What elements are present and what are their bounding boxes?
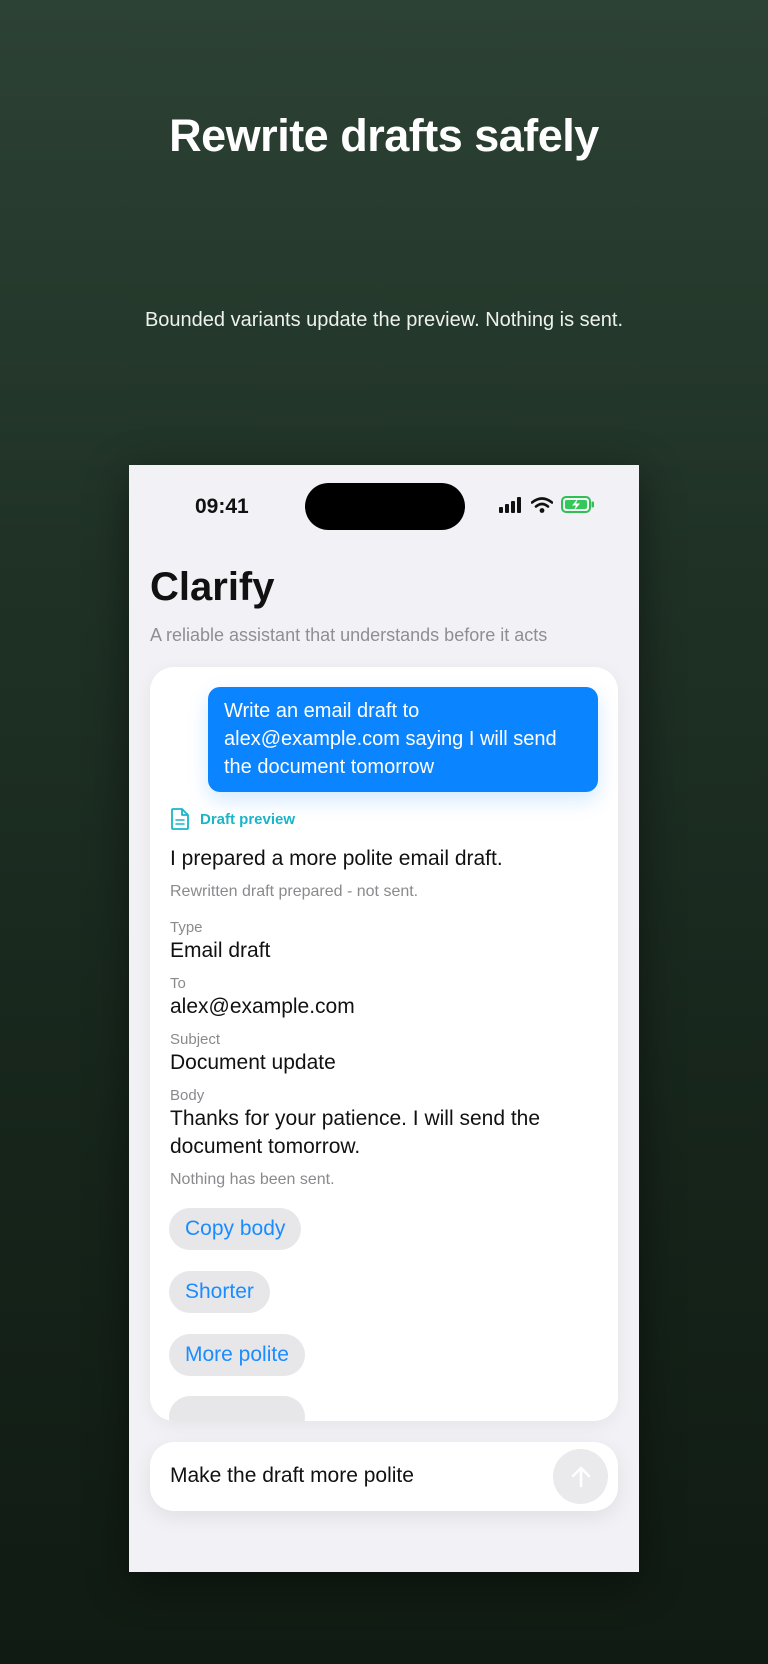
- more-polite-button[interactable]: More polite: [169, 1334, 305, 1376]
- dynamic-island: [305, 483, 465, 530]
- draft-preview-label: Draft preview: [200, 810, 296, 828]
- to-value: alex@example.com: [170, 995, 355, 1018]
- phone-screen: 09:41 Clarify A reliable assistant that …: [129, 465, 639, 1572]
- wifi-icon: [531, 496, 553, 513]
- arrow-up-icon: [571, 1466, 590, 1487]
- body-label: Body: [170, 1087, 205, 1104]
- type-value: Email draft: [170, 939, 271, 962]
- shorter-button[interactable]: Shorter: [169, 1271, 270, 1313]
- composer-bar[interactable]: Make the draft more polite: [150, 1442, 618, 1511]
- composer-input[interactable]: Make the draft more polite: [170, 1464, 414, 1488]
- response-title: I prepared a more polite email draft.: [170, 847, 503, 870]
- app-title: Clarify: [150, 565, 275, 609]
- marketing-subline: Bounded variants update the preview. Not…: [144, 309, 624, 331]
- copy-body-button[interactable]: Copy body: [169, 1208, 302, 1250]
- response-status: Rewritten draft prepared - not sent.: [170, 883, 419, 900]
- send-button[interactable]: [553, 1449, 608, 1504]
- to-label: To: [170, 975, 186, 992]
- user-message-bubble: Write an email draft to alex@example.com…: [208, 687, 598, 792]
- draft-preview-tag: Draft preview: [170, 807, 295, 831]
- status-time: 09:41: [195, 495, 249, 518]
- conversation-card[interactable]: Write an email draft to alex@example.com…: [150, 667, 618, 1421]
- status-icons: [499, 496, 595, 513]
- cellular-signal-icon: [499, 496, 521, 513]
- marketing-headline: Rewrite drafts safely: [169, 110, 599, 161]
- subject-label: Subject: [170, 1031, 221, 1048]
- not-sent-note: Nothing has been sent.: [170, 1171, 335, 1188]
- battery-charging-icon: [561, 496, 594, 513]
- status-bar: 09:41: [129, 465, 639, 545]
- app-subtitle: A reliable assistant that understands be…: [150, 625, 548, 645]
- subject-value: Document update: [170, 1051, 336, 1074]
- body-value: Thanks for your patience. I will send th…: [170, 1107, 541, 1158]
- document-icon: [171, 808, 189, 830]
- type-label: Type: [170, 919, 203, 936]
- next-action-chip-partial[interactable]: [169, 1396, 305, 1421]
